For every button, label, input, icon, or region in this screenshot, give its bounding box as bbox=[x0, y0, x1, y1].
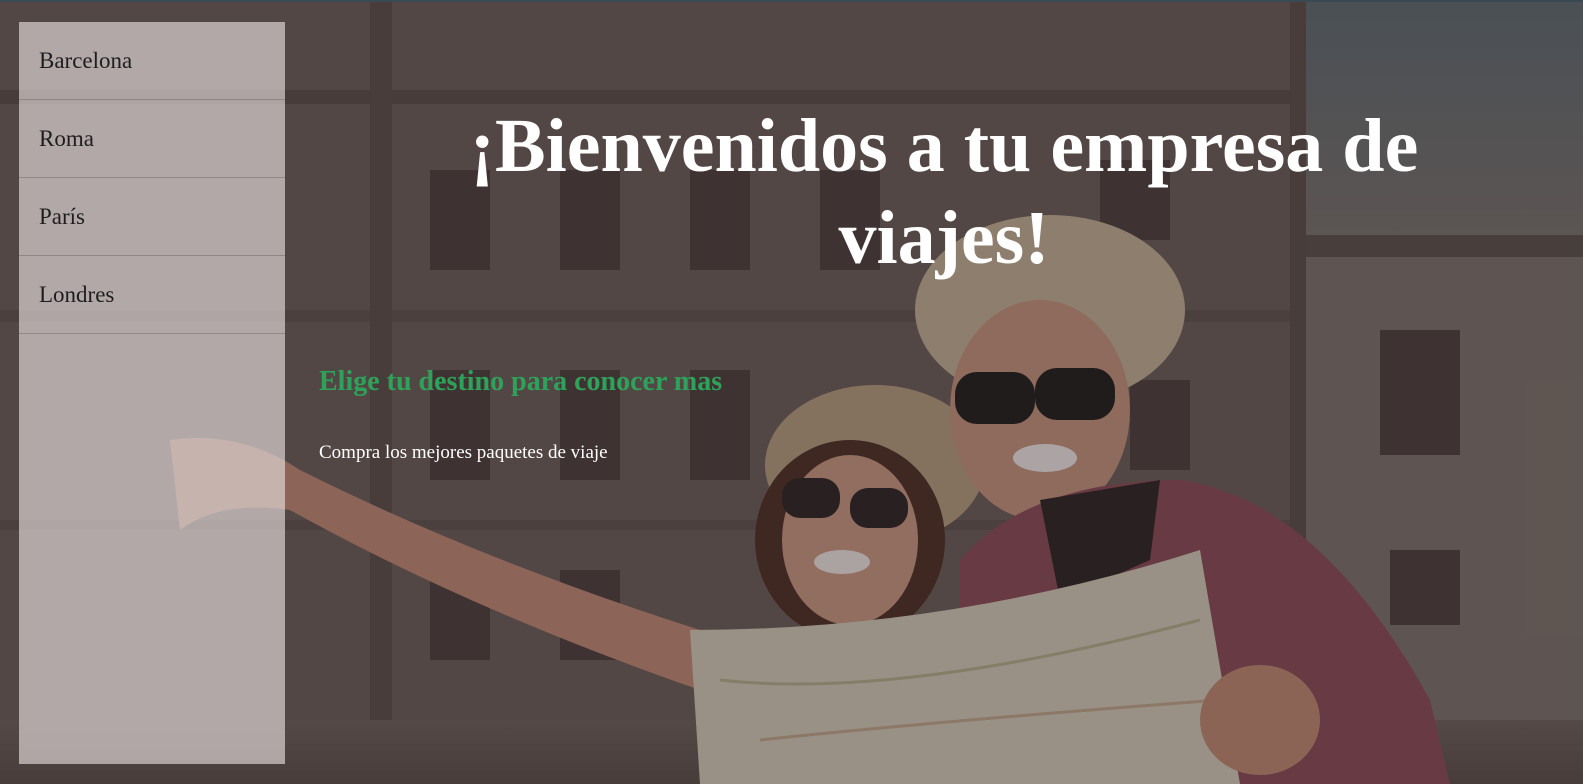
sidebar-item-roma[interactable]: Roma bbox=[19, 100, 285, 178]
page: Barcelona Roma París Londres ¡Bienvenido… bbox=[0, 0, 1583, 784]
sidebar-item-paris[interactable]: París bbox=[19, 178, 285, 256]
main-content: ¡Bienvenidos a tu empresa de viajes! Eli… bbox=[319, 100, 1529, 464]
page-title: ¡Bienvenidos a tu empresa de viajes! bbox=[469, 104, 1419, 280]
top-border bbox=[0, 0, 1583, 2]
destination-list: Barcelona Roma París Londres bbox=[19, 22, 285, 334]
sidebar-nav: Barcelona Roma París Londres bbox=[19, 22, 285, 764]
destination-subtitle: Elige tu destino para conocer mas bbox=[319, 366, 723, 397]
tagline-text: Compra los mejores paquetes de viaje bbox=[319, 442, 608, 463]
sidebar-item-londres[interactable]: Londres bbox=[19, 256, 285, 334]
sidebar-item-barcelona[interactable]: Barcelona bbox=[19, 22, 285, 100]
